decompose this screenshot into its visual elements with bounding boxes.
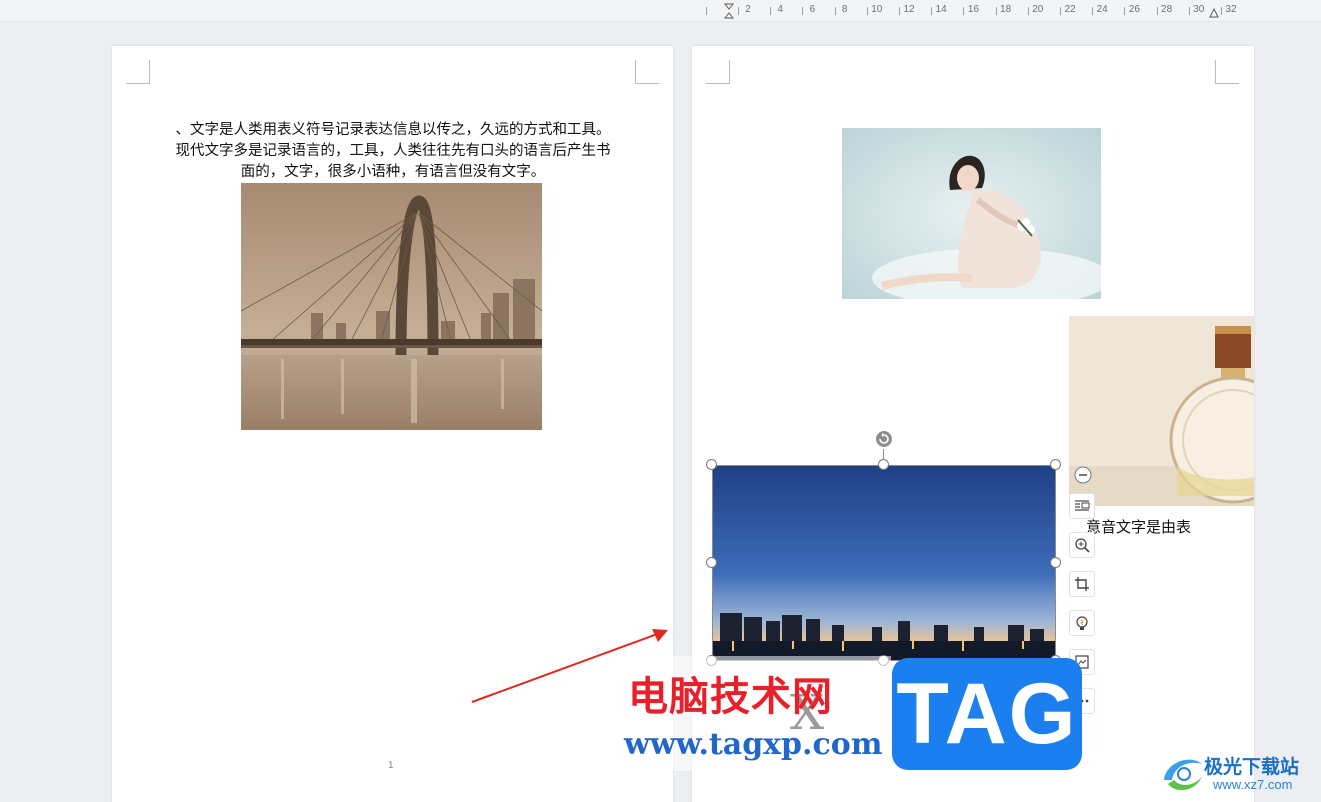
margin-corner-mark <box>635 60 659 84</box>
ruler-label: 30 <box>1193 4 1205 15</box>
ruler-label: 22 <box>1064 4 1076 15</box>
margin-corner-mark <box>706 60 730 84</box>
paragraph-line: 、文字是人类用表义符号记录表达信息以传之，久远的方式和工具。 <box>175 122 611 138</box>
ruler-label: 32 <box>1225 4 1237 15</box>
rotate-icon[interactable] <box>874 429 894 449</box>
margin-corner-mark <box>126 60 150 84</box>
resize-handle-top[interactable] <box>878 459 889 470</box>
wrapped-text[interactable]: 意音文字是由表 <box>1086 516 1191 537</box>
ruler-label: 20 <box>1032 4 1044 15</box>
ruler-label: 24 <box>1096 4 1108 15</box>
resize-handle-left[interactable] <box>706 557 717 568</box>
collapse-toolbar-icon[interactable] <box>1074 466 1092 484</box>
ruler-tick <box>1221 7 1222 15</box>
document-workspace: 2 4 6 8 10 12 14 16 18 20 22 24 26 28 30 32 、文字是人类用表义符号… <box>0 0 1321 802</box>
page-number: 1 <box>388 760 394 771</box>
xz-site-url: www.xz7.com <box>1213 777 1293 792</box>
ruler-label: 14 <box>935 4 947 15</box>
zoom-in-button[interactable] <box>1069 532 1095 558</box>
smart-tool-button[interactable] <box>1069 610 1095 636</box>
margin-corner-mark <box>1215 60 1239 84</box>
selection-frame <box>712 465 1056 661</box>
ruler-label: 26 <box>1128 4 1140 15</box>
resize-handle-top-left[interactable] <box>706 459 717 470</box>
ruler-tick <box>1188 7 1190 15</box>
ruler-label: 16 <box>967 4 979 15</box>
body-paragraph[interactable]: 、文字是人类用表义符号记录表达信息以传之，久远的方式和工具。 现代文字多是记录语… <box>148 120 638 183</box>
ruler-tick <box>1124 7 1126 15</box>
woman-portrait-photo[interactable] <box>842 128 1101 299</box>
ruler-tick <box>1156 7 1158 15</box>
lightbulb-icon <box>1076 616 1088 630</box>
crop-icon <box>1075 577 1089 591</box>
ruler-tick <box>1060 7 1061 15</box>
ruler-tick <box>1092 7 1094 15</box>
crop-button[interactable] <box>1069 571 1095 597</box>
ruler-label: 12 <box>903 4 915 15</box>
ruler-tick <box>899 7 900 15</box>
bridge-photo[interactable] <box>241 183 542 430</box>
ruler-tick <box>1027 7 1029 15</box>
resize-handle-top-right[interactable] <box>1050 459 1061 470</box>
ruler-tick <box>706 7 707 15</box>
tag-logo: TAG <box>892 658 1082 770</box>
ruler-label: 6 <box>809 4 816 15</box>
ruler-label: 10 <box>871 4 883 15</box>
ruler-label: 2 <box>745 4 751 15</box>
zoom-in-icon <box>1075 538 1090 553</box>
ruler-tick <box>770 7 772 15</box>
ruler-indent-marker-left[interactable] <box>724 3 734 19</box>
watermark-site-name: 电脑技术网 <box>628 674 833 720</box>
ruler-label: 18 <box>1000 4 1012 15</box>
xz-site-name: 极光下载站 <box>1204 756 1300 778</box>
ruler-tick <box>866 7 868 15</box>
ruler-tick <box>995 7 997 15</box>
ruler-label: 28 <box>1161 4 1173 15</box>
perfume-bottle-photo[interactable] <box>1069 316 1254 506</box>
ruler-label: 4 <box>777 4 783 15</box>
paragraph-line: 现代文字多是记录语言的，工具，人类往往先有口头的语言后产生书 <box>175 143 611 159</box>
horizontal-ruler[interactable]: 2 4 6 8 10 12 14 16 18 20 22 24 26 28 30 32 <box>0 0 1321 22</box>
ruler-tick <box>931 7 933 15</box>
xz-logo-icon <box>1164 759 1202 791</box>
ruler-tick <box>802 7 804 15</box>
ruler-tick <box>738 7 739 15</box>
ruler-tick <box>963 7 965 15</box>
ruler-indent-marker-right[interactable] <box>1209 3 1219 19</box>
watermark-site-url: www.tagxp.com <box>624 727 883 762</box>
resize-handle-right[interactable] <box>1050 557 1061 568</box>
text-wrap-icon <box>1075 500 1090 511</box>
ruler-label: 8 <box>841 4 848 15</box>
ruler-tick <box>834 7 836 15</box>
layout-options-button[interactable] <box>1069 493 1095 519</box>
paragraph-line: 面的，文字，很多小语种，有语言但没有文字。 <box>240 164 546 180</box>
